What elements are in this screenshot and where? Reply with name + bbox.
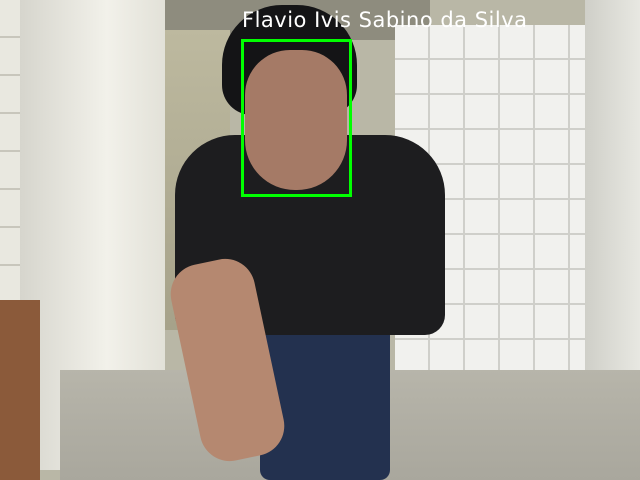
face-name-label: Flavio Ivis Sabino da Silva — [242, 8, 528, 32]
face-detection-box — [241, 39, 352, 197]
cardboard-boxes — [0, 300, 40, 480]
